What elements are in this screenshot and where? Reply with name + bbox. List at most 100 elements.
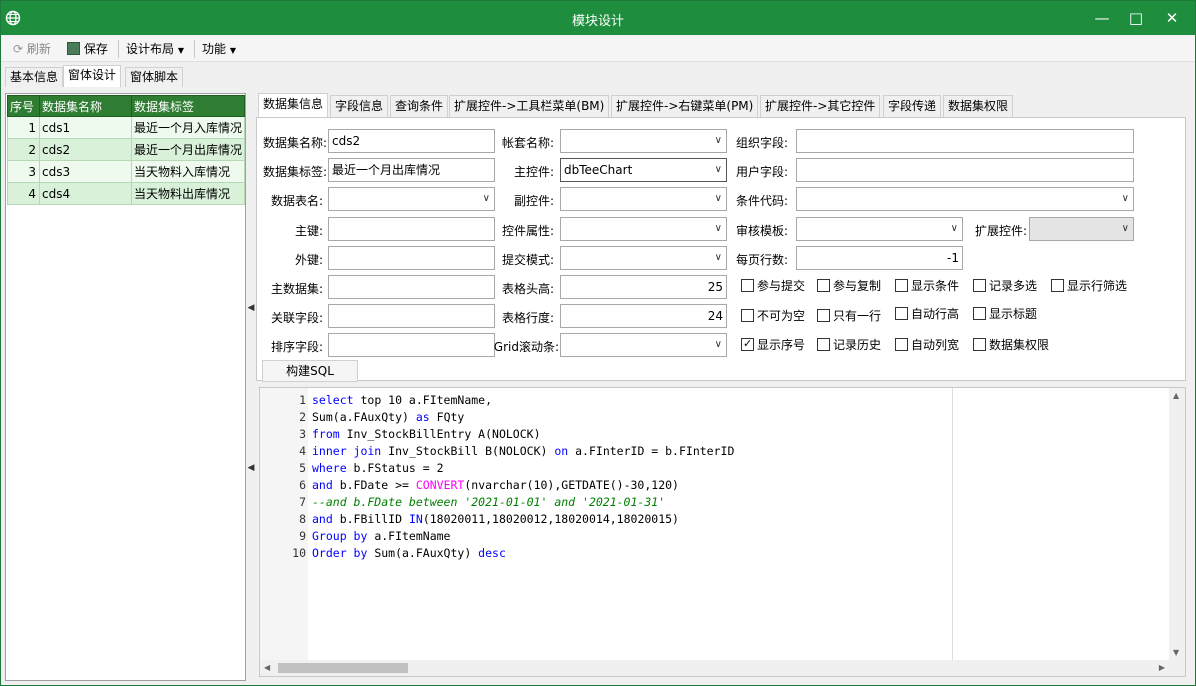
checkbox-box[interactable] [817,338,830,351]
dropdown-arrow-icon[interactable]: ∨ [1122,218,1129,240]
close-icon[interactable]: ✕ [1153,1,1191,35]
scrollbar-thumb[interactable] [278,663,408,673]
code-line[interactable]: 5 where b.FStatus = 2 [260,460,950,477]
dataset-label-cell[interactable]: 最近一个月入库情况 [131,116,245,139]
dataset-label-cell[interactable]: 当天物料出库情况 [131,182,245,205]
checkbox-not-null[interactable]: 不可为空 [741,308,805,324]
checkbox-auto-col-width[interactable]: 自动列宽 [895,337,959,353]
code-line[interactable]: 3 from Inv_StockBillEntry A(NOLOCK) [260,426,950,443]
scroll-left-icon[interactable]: ◀ [264,663,270,672]
dropdown-arrow-icon[interactable]: ∨ [951,218,958,240]
audit-template-select[interactable]: ∨ [796,217,963,241]
code-line[interactable]: 7 --and b.FDate between '2021-01-01' and … [260,494,950,511]
dataset-name-field[interactable]: cds2 [328,129,495,153]
dropdown-arrow-icon[interactable]: ∨ [483,188,490,210]
checkbox-auto-row-height[interactable]: 自动行高 [895,306,959,322]
control-property-select[interactable]: ∨ [560,217,727,241]
table-row[interactable]: 1 cds1 最近一个月入库情况 [7,116,245,139]
checkbox-row-filter[interactable]: 显示行筛选 [1051,278,1127,294]
code-line[interactable]: 9 Group by a.FItemName [260,528,950,545]
dropdown-arrow-icon[interactable]: ∨ [1122,188,1129,210]
checkbox-box[interactable] [895,279,908,292]
function-menu-button[interactable]: 功能 ▼ [202,40,236,58]
code-line[interactable]: 8 and b.FBillID IN(18020011,18020012,1802… [260,511,950,528]
tab-field-transfer[interactable]: 字段传递 [883,95,942,117]
table-row[interactable]: 3 cds3 当天物料入库情况 [7,160,245,183]
code-line[interactable]: 10 Order by Sum(a.FAuxQty) desc [260,545,950,562]
code-line[interactable]: 6 and b.FDate >= CONVERT(nvarchar(10),GET… [260,477,950,494]
dataset-name-cell[interactable]: cds1 [39,116,132,139]
dataset-name-cell[interactable]: cds4 [39,182,132,205]
build-sql-button[interactable]: 构建SQL [262,360,358,382]
tab-ext-other-controls[interactable]: 扩展控件->其它控件 [760,95,881,117]
dropdown-arrow-icon[interactable]: ∨ [715,159,722,181]
checkbox-show-row-number[interactable]: ✓ 显示序号 [741,337,805,353]
checkbox-box[interactable] [973,338,986,351]
checkbox-dataset-permission[interactable]: 数据集权限 [973,337,1049,353]
code-line[interactable]: 2 Sum(a.FAuxQty) as FQty [260,409,950,426]
tab-basic-info[interactable]: 基本信息 [5,67,64,87]
checkbox-box[interactable] [817,309,830,322]
scroll-right-icon[interactable]: ▶ [1159,663,1165,672]
checkbox-single-row[interactable]: 只有一行 [817,308,881,324]
foreign-key-field[interactable] [328,246,495,270]
horizontal-scrollbar[interactable]: ◀ ▶ [260,660,1185,676]
code-line[interactable]: 4 inner join Inv_StockBill B(NOLOCK) on a… [260,443,950,460]
sort-field[interactable] [328,333,495,357]
submit-mode-select[interactable]: ∨ [560,246,727,270]
tab-dataset-permission[interactable]: 数据集权限 [943,95,1014,117]
dataset-name-cell[interactable]: cds2 [39,138,132,161]
minimize-icon[interactable]: — [1083,1,1121,35]
column-header[interactable]: 序号 [7,95,40,117]
tab-form-design[interactable]: 窗体设计 [63,65,122,87]
checkbox-show-title[interactable]: 显示标题 [973,306,1037,322]
column-header[interactable]: 数据集标签 [131,95,245,117]
dataset-label-cell[interactable]: 当天物料入库情况 [131,160,245,183]
sql-editor[interactable]: 1 select top 10 a.FItemName, 2 Sum(a.FAuxQ… [259,387,1186,677]
header-height-field[interactable]: 25 [560,275,727,299]
ext-control-select[interactable]: ∨ [1029,217,1134,241]
dropdown-arrow-icon[interactable]: ∨ [715,188,722,210]
sub-control-select[interactable]: ∨ [560,187,727,211]
checkbox-box[interactable] [973,307,986,320]
checkbox-show-condition[interactable]: 显示条件 [895,278,959,294]
tab-field-info[interactable]: 字段信息 [330,95,389,117]
dataset-label-cell[interactable]: 最近一个月出库情况 [131,138,245,161]
tab-query-conditions[interactable]: 查询条件 [390,95,449,117]
relation-field[interactable] [328,304,495,328]
checkbox-participate-submit[interactable]: 参与提交 [741,278,805,294]
tab-dataset-info[interactable]: 数据集信息 [258,93,329,117]
checkbox-box[interactable] [817,279,830,292]
checkbox-box[interactable] [1051,279,1064,292]
main-control-select[interactable]: dbTeeChart ∨ [560,158,727,182]
dropdown-arrow-icon[interactable]: ∨ [715,218,722,240]
table-row[interactable]: 4 cds4 当天物料出库情况 [7,182,245,205]
checkbox-multi-select[interactable]: 记录多选 [973,278,1037,294]
checkbox-box[interactable] [741,309,754,322]
org-field[interactable] [796,129,1134,153]
column-header[interactable]: 数据集名称 [39,95,132,117]
table-name-select[interactable]: ∨ [328,187,495,211]
maximize-icon[interactable]: □ [1117,1,1155,35]
checkbox-record-history[interactable]: 记录历史 [817,337,881,353]
collapse-left-icon[interactable]: ◀ [247,303,255,313]
checkbox-box[interactable] [741,279,754,292]
master-dataset-field[interactable] [328,275,495,299]
checkbox-participate-copy[interactable]: 参与复制 [817,278,881,294]
primary-key-field[interactable] [328,217,495,241]
table-row[interactable]: 2 cds2 最近一个月出库情况 [7,138,245,161]
checkbox-box[interactable] [895,338,908,351]
page-rows-field[interactable]: -1 [796,246,963,270]
scroll-up-icon[interactable]: ▲ [1173,391,1179,400]
save-button[interactable]: 保存 [67,40,108,58]
scroll-down-icon[interactable]: ▼ [1173,648,1179,657]
sql-code[interactable]: 1 select top 10 a.FItemName, 2 Sum(a.FAuxQ… [260,392,950,562]
checkbox-box[interactable] [895,307,908,320]
row-height-field[interactable]: 24 [560,304,727,328]
vertical-scrollbar[interactable]: ▲ ▼ [1169,388,1185,660]
account-name-select[interactable]: ∨ [560,129,727,153]
tab-ext-toolbar-menu[interactable]: 扩展控件->工具栏菜单(BM) [449,95,610,117]
user-field[interactable] [796,158,1134,182]
tab-ext-context-menu[interactable]: 扩展控件->右键菜单(PM) [611,95,759,117]
condition-code-select[interactable]: ∨ [796,187,1134,211]
